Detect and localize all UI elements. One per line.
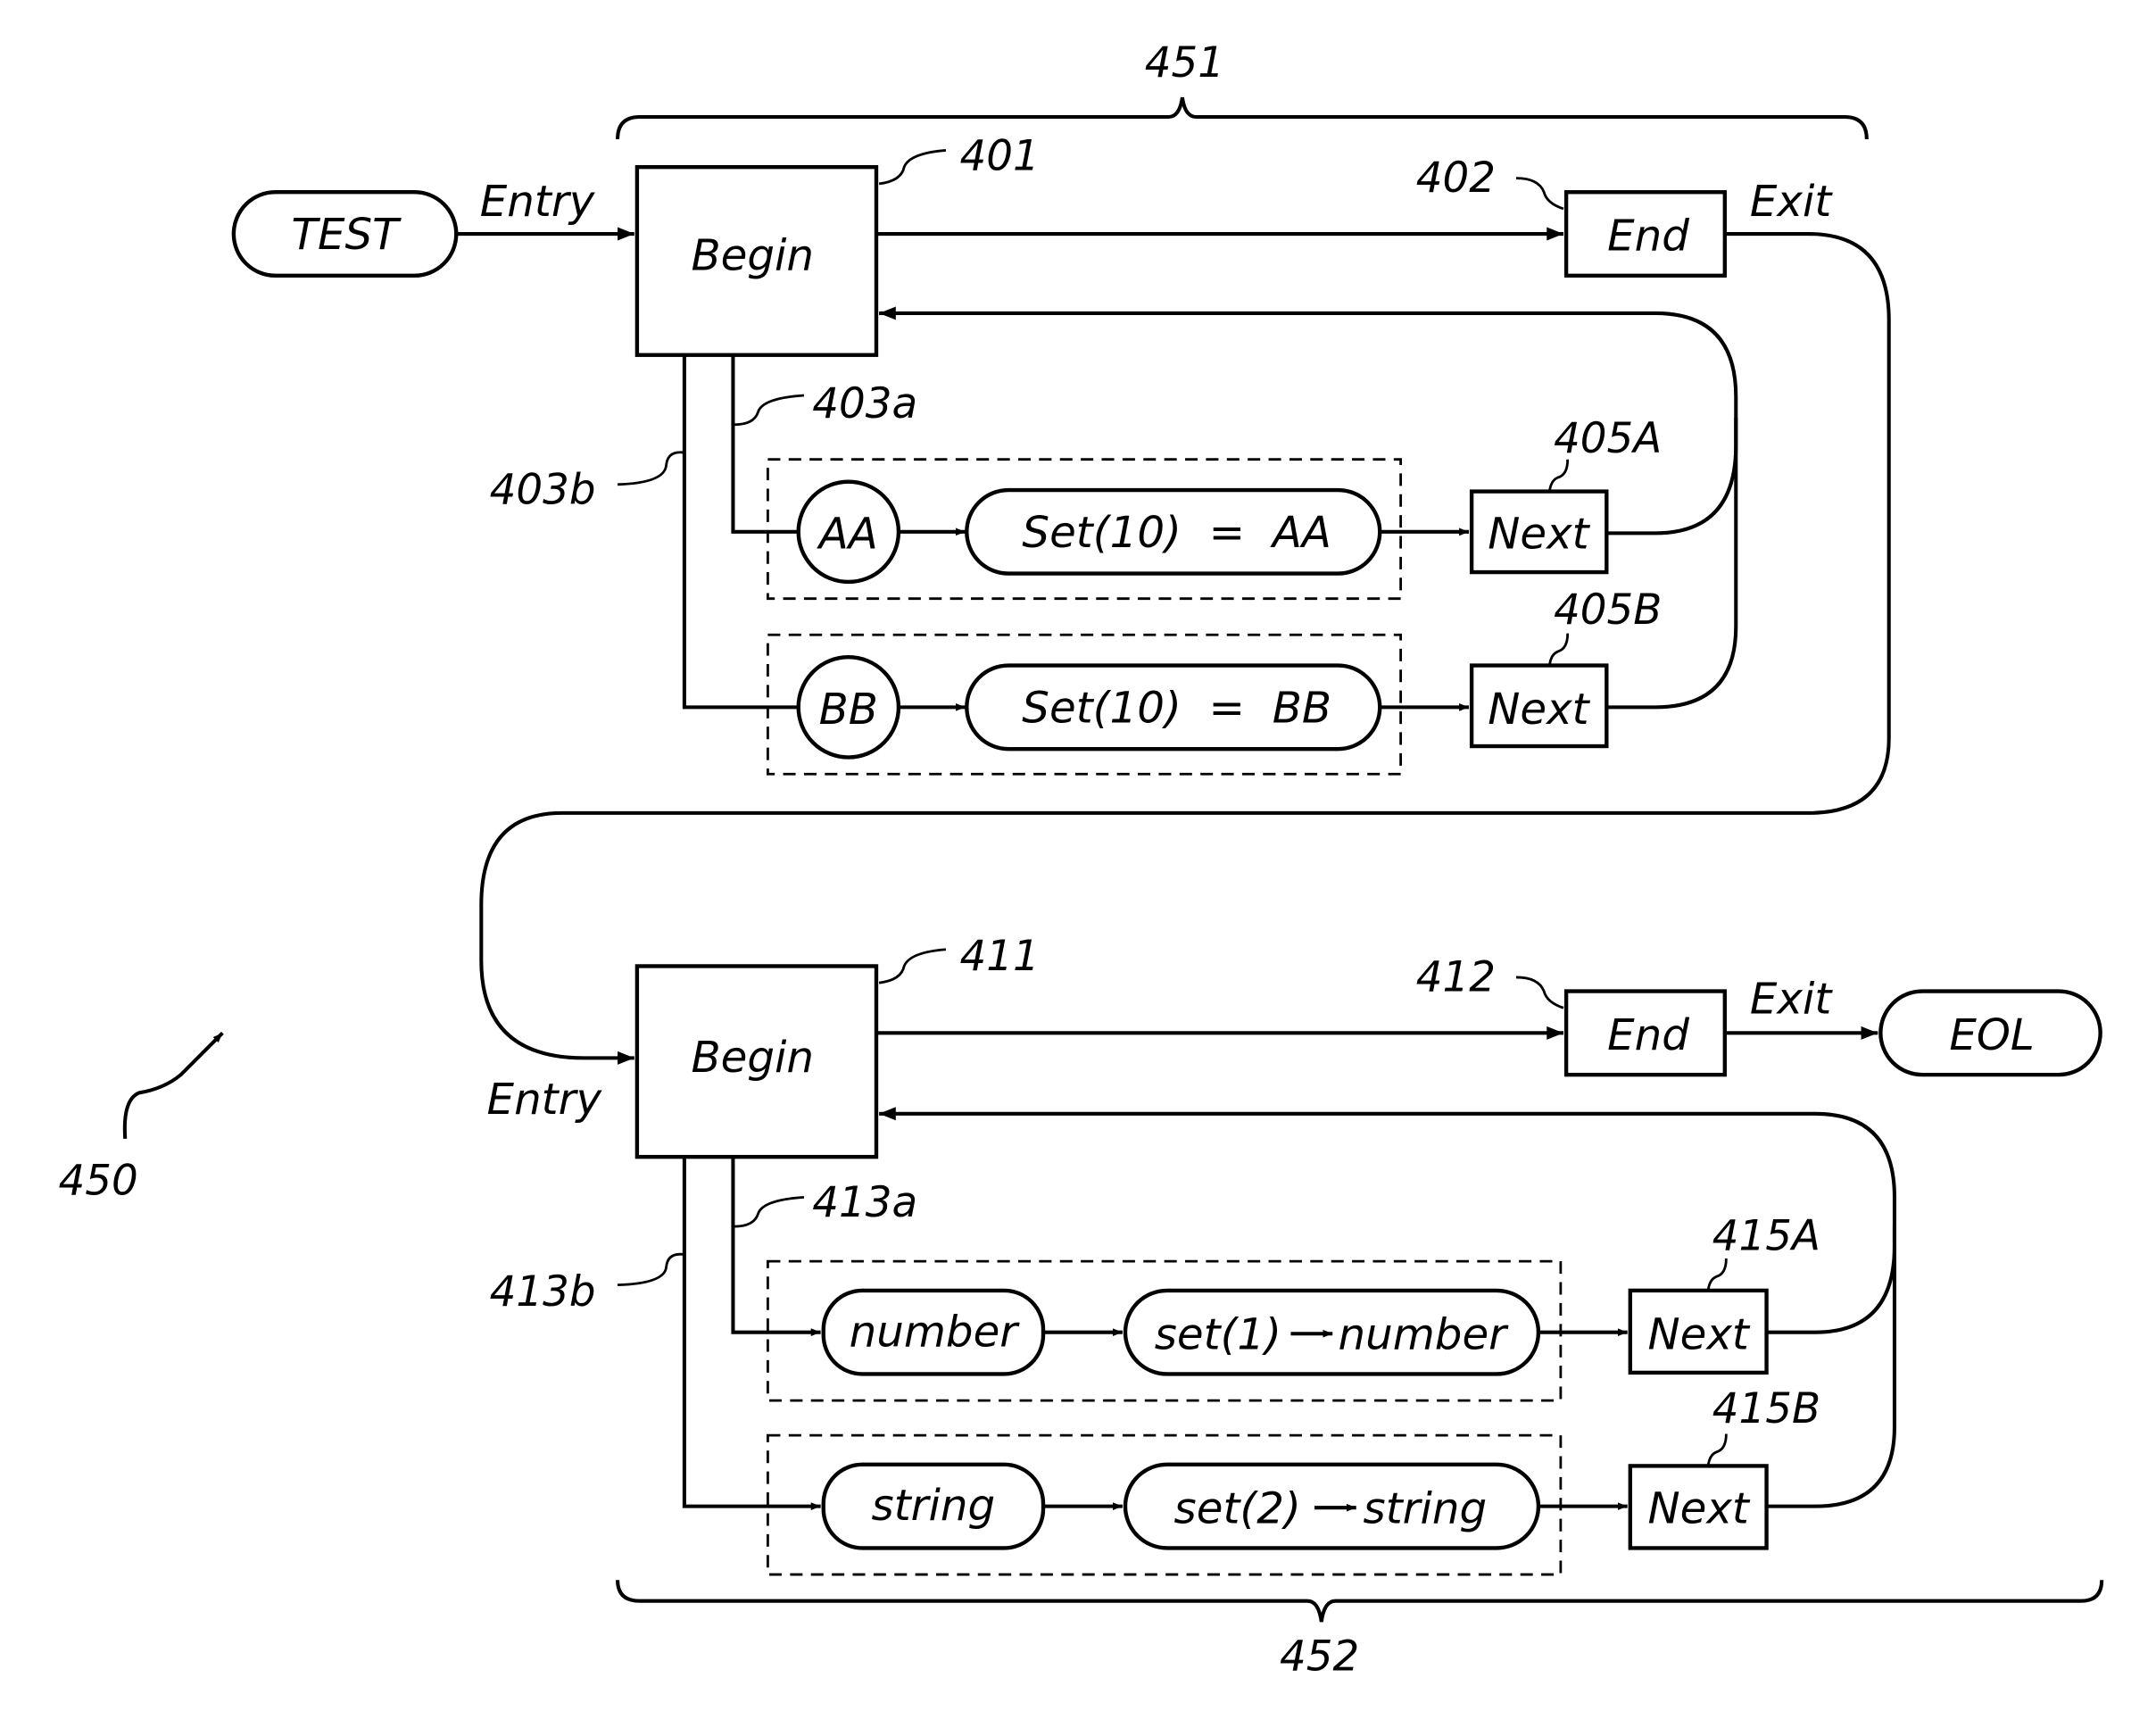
ref-leader-411 (878, 948, 947, 984)
begin-box-401: Begin (634, 164, 879, 357)
ref-leader-413a (734, 1195, 805, 1228)
ref-402: 402 (1416, 154, 1496, 203)
ref-401: 401 (960, 132, 1040, 180)
next-415B-label: Next (1647, 1483, 1750, 1533)
ref-leader-401 (878, 149, 947, 186)
exit-to-entry-connector (479, 232, 1891, 1065)
eol-label: EOL (1949, 1010, 2034, 1060)
test-start-node: TEST (231, 190, 459, 278)
action-aa-label: Set(10) = AA (1022, 508, 1331, 558)
eol-end-node: EOL (1878, 989, 2102, 1077)
ref-413b: 413b (490, 1268, 596, 1317)
ref-leader-405B (1548, 633, 1570, 666)
begin-box-411: Begin (634, 964, 879, 1159)
action-bb-label: Set(10) = BB (1022, 683, 1331, 733)
row-aa: AA Set(10) = AA Next 405A (767, 415, 1662, 601)
begin-label-bottom: Begin (691, 1033, 814, 1083)
bottom-section: Entry Begin 411 End 412 Exit EOL 413a 41… (487, 933, 2102, 1576)
ref-405B: 405B (1554, 586, 1662, 635)
ref-leader-415A (1706, 1258, 1728, 1292)
branch-413a (731, 1157, 821, 1337)
ref-411: 411 (960, 933, 1040, 981)
flow-diagram: 451 TEST Entry Begin 401 End 402 Exit 40… (58, 39, 2104, 1682)
next-405B-label: Next (1488, 685, 1590, 735)
match-bb-label: BB (819, 685, 878, 735)
ref-403b: 403b (490, 467, 596, 515)
row-bb: BB Set(10) = BB Next 405B (767, 586, 1662, 776)
ref-403a: 403a (812, 380, 917, 428)
bracket-452-label: 452 (1280, 1633, 1359, 1682)
action-number-pre: set(1) (1155, 1309, 1281, 1359)
loopback-415B (1766, 1225, 1896, 1508)
figure-pointer-arrow (122, 1031, 224, 1140)
ref-415B: 415B (1712, 1385, 1820, 1433)
ref-leader-412 (1515, 976, 1564, 1009)
ref-leader-403b (618, 451, 684, 486)
ref-415A: 415A (1712, 1213, 1820, 1261)
test-label: TEST (291, 210, 402, 260)
row-number: number set(1) number Next 415A (767, 1213, 1820, 1402)
match-aa-label: AA (817, 510, 878, 560)
row-string: string set(2) string Next 415B (767, 1385, 1820, 1576)
ref-405A: 405A (1554, 415, 1662, 463)
ref-leader-413b (618, 1252, 684, 1287)
action-string-post: string (1364, 1483, 1488, 1533)
ref-leader-415B (1706, 1433, 1728, 1466)
end-label: End (1607, 212, 1689, 262)
next-405A-label: Next (1488, 510, 1590, 560)
branch-403a (731, 354, 799, 534)
bracket-452: 452 (616, 1580, 2104, 1682)
action-string-pre: set(2) (1174, 1483, 1301, 1533)
ref-leader-405A (1548, 459, 1570, 492)
ref-leader-403a (734, 394, 805, 427)
ref-leader-402 (1515, 177, 1564, 211)
action-number-post: number (1338, 1309, 1509, 1359)
figure-ref-label: 450 (58, 1157, 137, 1205)
exit-label: Exit (1750, 177, 1834, 227)
figure-ref-450: 450 (58, 1031, 224, 1205)
exit-label-bottom: Exit (1750, 974, 1834, 1024)
next-415A-label: Next (1647, 1309, 1750, 1359)
end-box-402: End (1563, 190, 1727, 278)
ref-412: 412 (1416, 954, 1496, 1002)
entry-label-bottom: Entry (487, 1075, 603, 1125)
match-string-label: string (872, 1481, 996, 1531)
match-number-label: number (850, 1307, 1021, 1357)
top-section: TEST Entry Begin 401 End 402 Exit 403a 4… (231, 132, 1891, 1065)
ref-413a: 413a (812, 1179, 917, 1227)
bracket-451: 451 (616, 39, 1869, 140)
end-label-bottom: End (1607, 1010, 1689, 1060)
bracket-451-label: 451 (1145, 39, 1224, 87)
begin-label: Begin (691, 231, 814, 281)
end-box-412: End (1563, 989, 1727, 1077)
entry-label: Entry (480, 177, 596, 227)
